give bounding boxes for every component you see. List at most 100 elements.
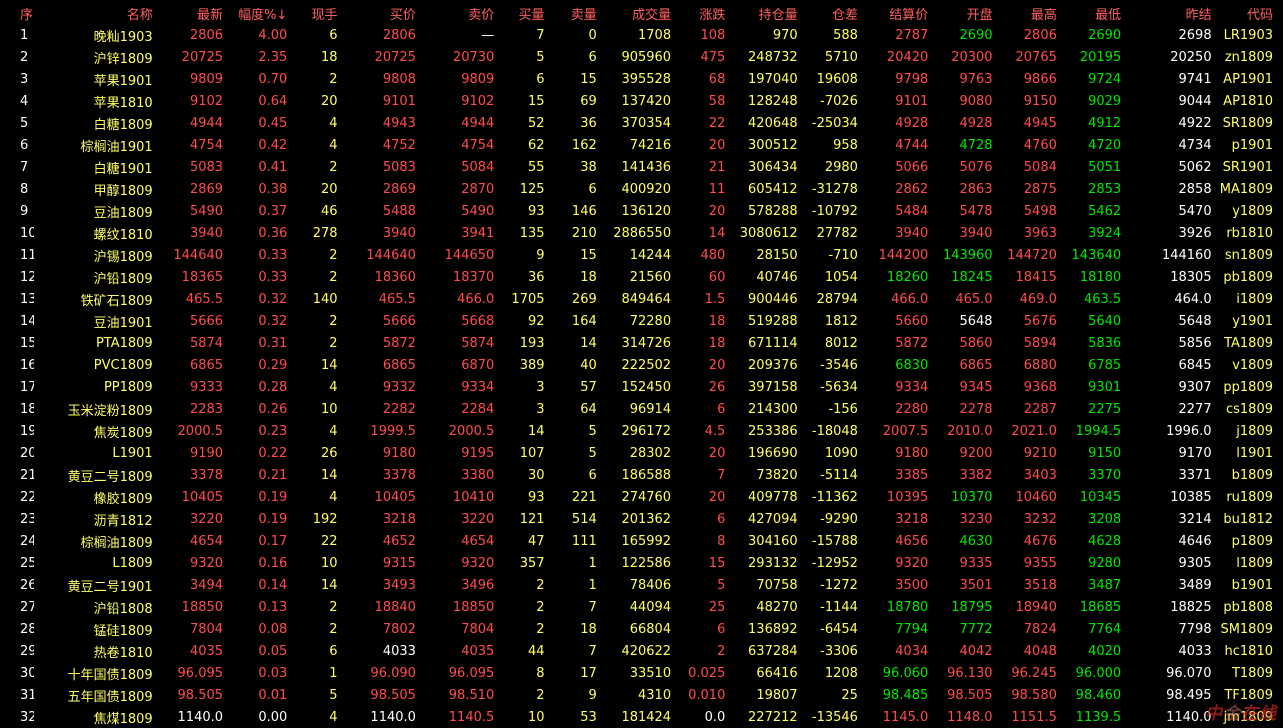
table-row[interactable]: 25 L1809 9320 0.16 10 9315 9320 357 1 122586 15 293…	[0, 552, 1281, 574]
col-bid-vol[interactable]: 买量	[494, 2, 545, 24]
cell-code: SR1809	[1222, 115, 1273, 131]
cell-change: 6	[717, 401, 726, 417]
table-row[interactable]: 2 沪锌1809 20725 2.35 18 20725 20730 5 6 905960 475 2…	[0, 46, 1281, 68]
table-row[interactable]: 10 螺纹1810 3940 0.36 278 3940 3941 135 210 2886550…	[0, 222, 1281, 244]
cell-vol-now: 1	[329, 665, 338, 681]
cell-change: 1.5	[704, 291, 726, 307]
cell-name: 橡胶1809	[93, 491, 153, 507]
cell-bid: 5872	[382, 335, 416, 351]
cell-seq: 25	[20, 555, 35, 571]
cell-oi: 66416	[756, 665, 798, 681]
table-row[interactable]: 18 玉米淀粉1809 2283 0.26 10 2282 2284 3 64 96914 6 214…	[0, 398, 1281, 420]
table-row[interactable]: 23 沥青1812 3220 0.19 192 3218 3220 121 514 201362 6…	[0, 508, 1281, 530]
table-row[interactable]: 1 晚籼1903 2806 4.00 6 2806 — 7 0 1708 108 970 588 2787…	[0, 24, 1281, 46]
table-row[interactable]: 32 焦煤1809 1140.0 0.00 4 1140.0 1140.5 10 53 18142…	[0, 706, 1281, 728]
cell-pct: 0.08	[258, 621, 288, 637]
cell-low: 98.460	[1075, 687, 1122, 703]
col-low[interactable]: 最低	[1057, 2, 1121, 24]
cell-bid-vol: 2	[536, 599, 545, 615]
col-seq[interactable]: 序	[0, 2, 34, 24]
col-bid[interactable]: 买价	[338, 2, 416, 24]
col-open[interactable]: 开盘	[928, 2, 993, 24]
table-row[interactable]: 20 L1901 9190 0.22 26 9180 9195 107 5 28302 20 1966…	[0, 442, 1281, 464]
cell-bid: 2806	[382, 27, 416, 43]
cell-bid: 3218	[382, 511, 416, 527]
cell-oi-diff: -10792	[811, 203, 858, 219]
cell-bid-vol: 121	[519, 511, 545, 527]
cell-seq: 10	[20, 225, 35, 241]
cell-oi-diff: -13546	[811, 709, 858, 725]
cell-settle: 4034	[895, 643, 929, 659]
cell-volume: 296172	[621, 423, 672, 439]
cell-oi: 197040	[748, 71, 798, 87]
cell-ask-vol: 1	[588, 577, 597, 593]
cell-settle: 4656	[895, 533, 929, 549]
cell-vol-now: 2	[329, 335, 338, 351]
col-ask[interactable]: 卖价	[416, 2, 494, 24]
cell-vol-now: 2	[329, 71, 338, 87]
col-pct[interactable]: 幅度%↓	[223, 2, 287, 24]
table-row[interactable]: 15 PTA1809 5874 0.31 2 5872 5874 193 14 314726 18 6…	[0, 332, 1281, 354]
col-oi-diff[interactable]: 仓差	[798, 2, 858, 24]
cell-high: 144720	[1007, 247, 1057, 263]
table-row[interactable]: 14 豆油1901 5666 0.32 2 5666 5668 92 164 72280 18 519…	[0, 310, 1281, 332]
table-row[interactable]: 29 热卷1810 4035 0.05 6 4033 4035 44 7 420622 2 63728…	[0, 640, 1281, 662]
table-row[interactable]: 3 苹果1901 9809 0.70 2 9808 9809 6 15 395528 68 19704…	[0, 68, 1281, 90]
cell-ask: 9102	[461, 93, 495, 109]
table-row[interactable]: 7 白糖1901 5083 0.41 2 5083 5084 55 38 141436 21 3064…	[0, 156, 1281, 178]
table-row[interactable]: 13 铁矿石1809 465.5 0.32 140 465.5 466.0 1705 269 84…	[0, 288, 1281, 310]
cell-seq: 2	[20, 49, 29, 65]
table-row[interactable]: 9 豆油1809 5490 0.37 46 5488 5490 93 146 136120 20 57…	[0, 200, 1281, 222]
cell-seq: 18	[20, 401, 35, 417]
table-row[interactable]: 24 棕榈油1809 4654 0.17 22 4652 4654 47 111 165992 8 3…	[0, 530, 1281, 552]
table-row[interactable]: 31 五年国债1809 98.505 0.01 5 98.505 98.510 2 9 4310 0…	[0, 684, 1281, 706]
col-high[interactable]: 最高	[993, 2, 1057, 24]
table-row[interactable]: 8 甲醇1809 2869 0.38 20 2869 2870 125 6 400920 11 605…	[0, 178, 1281, 200]
col-name[interactable]: 名称	[34, 2, 153, 24]
cell-bid: 465.5	[378, 291, 416, 307]
table-row[interactable]: 11 沪锡1809 144640 0.33 2 144640 144650 9 15 14244 4…	[0, 244, 1281, 266]
cell-vol-now: 46	[321, 203, 338, 219]
cell-vol-now: 20	[321, 181, 338, 197]
table-row[interactable]: 6 棕榈油1901 4754 0.42 4 4752 4754 62 162 74216 20 300…	[0, 134, 1281, 156]
table-row[interactable]: 12 沪铅1809 18365 0.33 2 18360 18370 36 18 21560 60 4…	[0, 266, 1281, 288]
cell-seq: 1	[20, 27, 29, 43]
col-last[interactable]: 最新	[153, 2, 223, 24]
col-volume[interactable]: 成交量	[597, 2, 671, 24]
cell-oi-diff: -5114	[820, 467, 858, 483]
col-ask-vol[interactable]: 卖量	[545, 2, 597, 24]
cell-seq: 8	[20, 181, 29, 197]
col-settle[interactable]: 结算价	[858, 2, 928, 24]
cell-vol-now: 14	[321, 577, 338, 593]
cell-high: 6880	[1023, 357, 1057, 373]
table-row[interactable]: 16 PVC1809 6865 0.29 14 6865 6870 389 40 222502 20…	[0, 354, 1281, 376]
table-row[interactable]: 26 黄豆二号1901 3494 0.14 14 3493 3496 2 1 78406 5 7075…	[0, 574, 1281, 596]
cell-volume: 78406	[629, 577, 672, 593]
table-row[interactable]: 4 苹果1810 9102 0.64 20 9101 9102 15 69 137420 58 128…	[0, 90, 1281, 112]
cell-volume: 66804	[629, 621, 672, 637]
cell-open: 9763	[959, 71, 993, 87]
table-row[interactable]: 17 PP1809 9333 0.28 4 9332 9334 3 57 152450 26 3971…	[0, 376, 1281, 398]
col-oi[interactable]: 持仓量	[725, 2, 798, 24]
col-change[interactable]: 涨跌	[671, 2, 725, 24]
table-row[interactable]: 28 锰硅1809 7804 0.08 2 7802 7804 2 18 66804 6 136892…	[0, 618, 1281, 640]
col-code[interactable]: 代码	[1212, 2, 1281, 24]
cell-low: 7764	[1088, 621, 1122, 637]
table-row[interactable]: 5 白糖1809 4944 0.45 4 4943 4944 52 36 370354 22 4206…	[0, 112, 1281, 134]
cell-code: b1809	[1231, 467, 1273, 483]
cell-ask: 96.095	[448, 665, 495, 681]
table-row[interactable]: 21 黄豆二号1809 3378 0.21 14 3378 3380 30 6 186588 7 73…	[0, 464, 1281, 486]
cell-oi-diff: -11362	[811, 489, 858, 505]
cell-change: 0.0	[704, 709, 726, 725]
table-row[interactable]: 22 橡胶1809 10405 0.19 4 10405 10410 93 221 274760 2…	[0, 486, 1281, 508]
col-prev-settle[interactable]: 昨结	[1121, 2, 1212, 24]
cell-code: hc1810	[1224, 643, 1273, 659]
col-vol-now[interactable]: 现手	[287, 2, 338, 24]
table-row[interactable]: 27 沪铅1808 18850 0.13 2 18840 18850 2 7 44094 25 482…	[0, 596, 1281, 618]
cell-ask: 20730	[452, 49, 495, 65]
cell-oi-diff: 5710	[824, 49, 858, 65]
table-row[interactable]: 30 十年国债1809 96.095 0.03 1 96.090 96.095 8 17 3351…	[0, 662, 1281, 684]
cell-high: 10460	[1015, 489, 1057, 505]
table-row[interactable]: 19 焦炭1809 2000.5 0.23 4 1999.5 2000.5 14 5 296172…	[0, 420, 1281, 442]
cell-bid: 2282	[382, 401, 416, 417]
